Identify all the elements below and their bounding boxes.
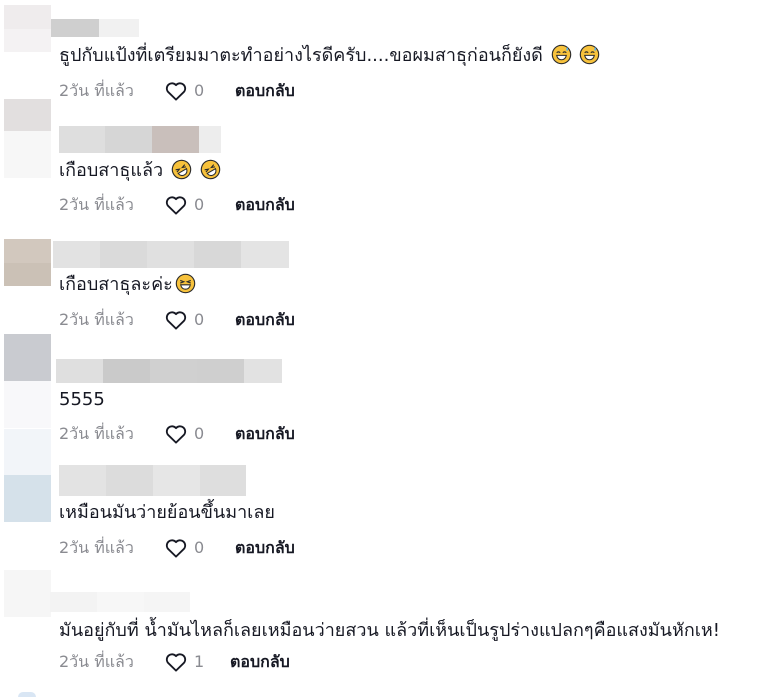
comment-item: 5555 2วัน ที่แล้ว 0 ตอบกลับ <box>0 334 782 456</box>
comment-text: ธูปกับแป้งที่เตรียมมาตะทำอย่างไรดีครับ..… <box>59 43 600 69</box>
heart-outline-icon <box>165 82 187 101</box>
next-avatar-partial <box>18 692 36 697</box>
username-redacted[interactable] <box>51 19 139 37</box>
heart-outline-icon <box>165 653 187 672</box>
comment-list: ธูปกับแป้งที่เตรียมมาตะทำอย่างไรดีครับ..… <box>0 0 782 697</box>
comment-body: มันอยู่กับที่ น้ำมันไหลก็เลยเหมือนว่ายสว… <box>59 620 720 641</box>
timestamp: 2วัน ที่แล้ว <box>59 81 134 100</box>
heart-outline-icon <box>165 196 187 215</box>
reply-button[interactable]: ตอบกลับ <box>235 535 295 561</box>
comment-body: เหมือนมันว่ายย้อนขึ้นมาเลย <box>59 502 275 523</box>
reply-button[interactable]: ตอบกลับ <box>235 421 295 447</box>
comment-meta: 2วัน ที่แล้ว 0 ตอบกลับ <box>59 307 359 333</box>
heart-outline-icon <box>165 311 187 330</box>
comment-text: เกือบสาธุแล้ว <box>59 158 221 184</box>
timestamp: 2วัน ที่แล้ว <box>59 538 134 557</box>
comment-item: เกือบสาธุละค่ะ 2วัน ที่แล้ว 0 ตอบกลับ <box>0 228 782 342</box>
username-redacted[interactable] <box>59 465 246 496</box>
rolling-on-floor-laughing-emoji-icon <box>200 159 220 180</box>
rolling-on-floor-laughing-emoji-icon <box>171 159 192 180</box>
username-redacted[interactable] <box>59 126 221 153</box>
like-count: 0 <box>194 538 205 557</box>
comment-item: ธูปกับแป้งที่เตรียมมาตะทำอย่างไรดีครับ..… <box>0 0 782 114</box>
comment-body: 5555 <box>59 389 105 410</box>
timestamp: 2วัน ที่แล้ว <box>59 195 134 214</box>
comment-body: ธูปกับแป้งที่เตรียมมาตะทำอย่างไรดีครับ..… <box>59 45 543 66</box>
avatar[interactable] <box>4 570 51 617</box>
reply-button[interactable]: ตอบกลับ <box>235 192 295 218</box>
username-redacted[interactable] <box>53 241 289 268</box>
comment-item: เหมือนมันว่ายย้อนขึ้นมาเลย 2วัน ที่แล้ว … <box>0 429 782 570</box>
sweat-smile-emoji-icon <box>551 44 571 65</box>
sweat-smile-emoji-icon <box>580 44 600 65</box>
comment-meta: 2วัน ที่แล้ว 0 ตอบกลับ <box>59 421 359 447</box>
timestamp: 2วัน ที่แล้ว <box>59 424 134 443</box>
comment-text: 5555 <box>59 387 105 413</box>
comment-meta: 2วัน ที่แล้ว 0 ตอบกลับ <box>59 192 359 218</box>
like-button[interactable] <box>165 195 187 215</box>
reply-button[interactable]: ตอบกลับ <box>235 307 295 333</box>
comment-meta: 2วัน ที่แล้ว 1 ตอบกลับ <box>59 649 359 675</box>
timestamp: 2วัน ที่แล้ว <box>59 652 134 671</box>
like-count: 0 <box>194 195 205 214</box>
grinning-squinting-emoji-icon <box>175 273 196 294</box>
like-button[interactable] <box>165 424 187 444</box>
comment-text: เกือบสาธุละค่ะ <box>59 272 196 298</box>
like-button[interactable] <box>165 81 187 101</box>
reply-button[interactable]: ตอบกลับ <box>235 78 295 104</box>
like-button[interactable] <box>165 310 187 330</box>
avatar[interactable] <box>4 99 51 178</box>
avatar[interactable] <box>4 429 51 522</box>
comment-meta: 2วัน ที่แล้ว 0 ตอบกลับ <box>59 78 359 104</box>
comment-item: เกือบสาธุแล้ว 2วัน ที่แล้ว 0 ตอบกลับ <box>0 99 782 228</box>
like-count: 0 <box>194 310 205 329</box>
comment-meta: 2วัน ที่แล้ว 0 ตอบกลับ <box>59 535 359 561</box>
comment-body: เกือบสาธุแล้ว <box>59 160 164 181</box>
like-count: 1 <box>194 652 205 671</box>
timestamp: 2วัน ที่แล้ว <box>59 310 134 329</box>
avatar[interactable] <box>4 334 51 428</box>
username-redacted[interactable] <box>50 592 190 612</box>
heart-outline-icon <box>165 425 187 444</box>
avatar[interactable] <box>4 239 51 286</box>
heart-outline-icon <box>165 539 187 558</box>
comment-text: มันอยู่กับที่ น้ำมันไหลก็เลยเหมือนว่ายสว… <box>59 618 720 644</box>
avatar[interactable] <box>4 5 51 52</box>
like-count: 0 <box>194 424 205 443</box>
like-button[interactable] <box>165 538 187 558</box>
like-count: 0 <box>194 81 205 100</box>
comment-item: มันอยู่กับที่ น้ำมันไหลก็เลยเหมือนว่ายสว… <box>0 570 782 697</box>
username-redacted[interactable] <box>56 359 282 383</box>
like-button[interactable] <box>165 652 187 672</box>
comment-text: เหมือนมันว่ายย้อนขึ้นมาเลย <box>59 500 275 526</box>
comment-body: เกือบสาธุละค่ะ <box>59 274 173 295</box>
reply-button[interactable]: ตอบกลับ <box>230 649 290 675</box>
